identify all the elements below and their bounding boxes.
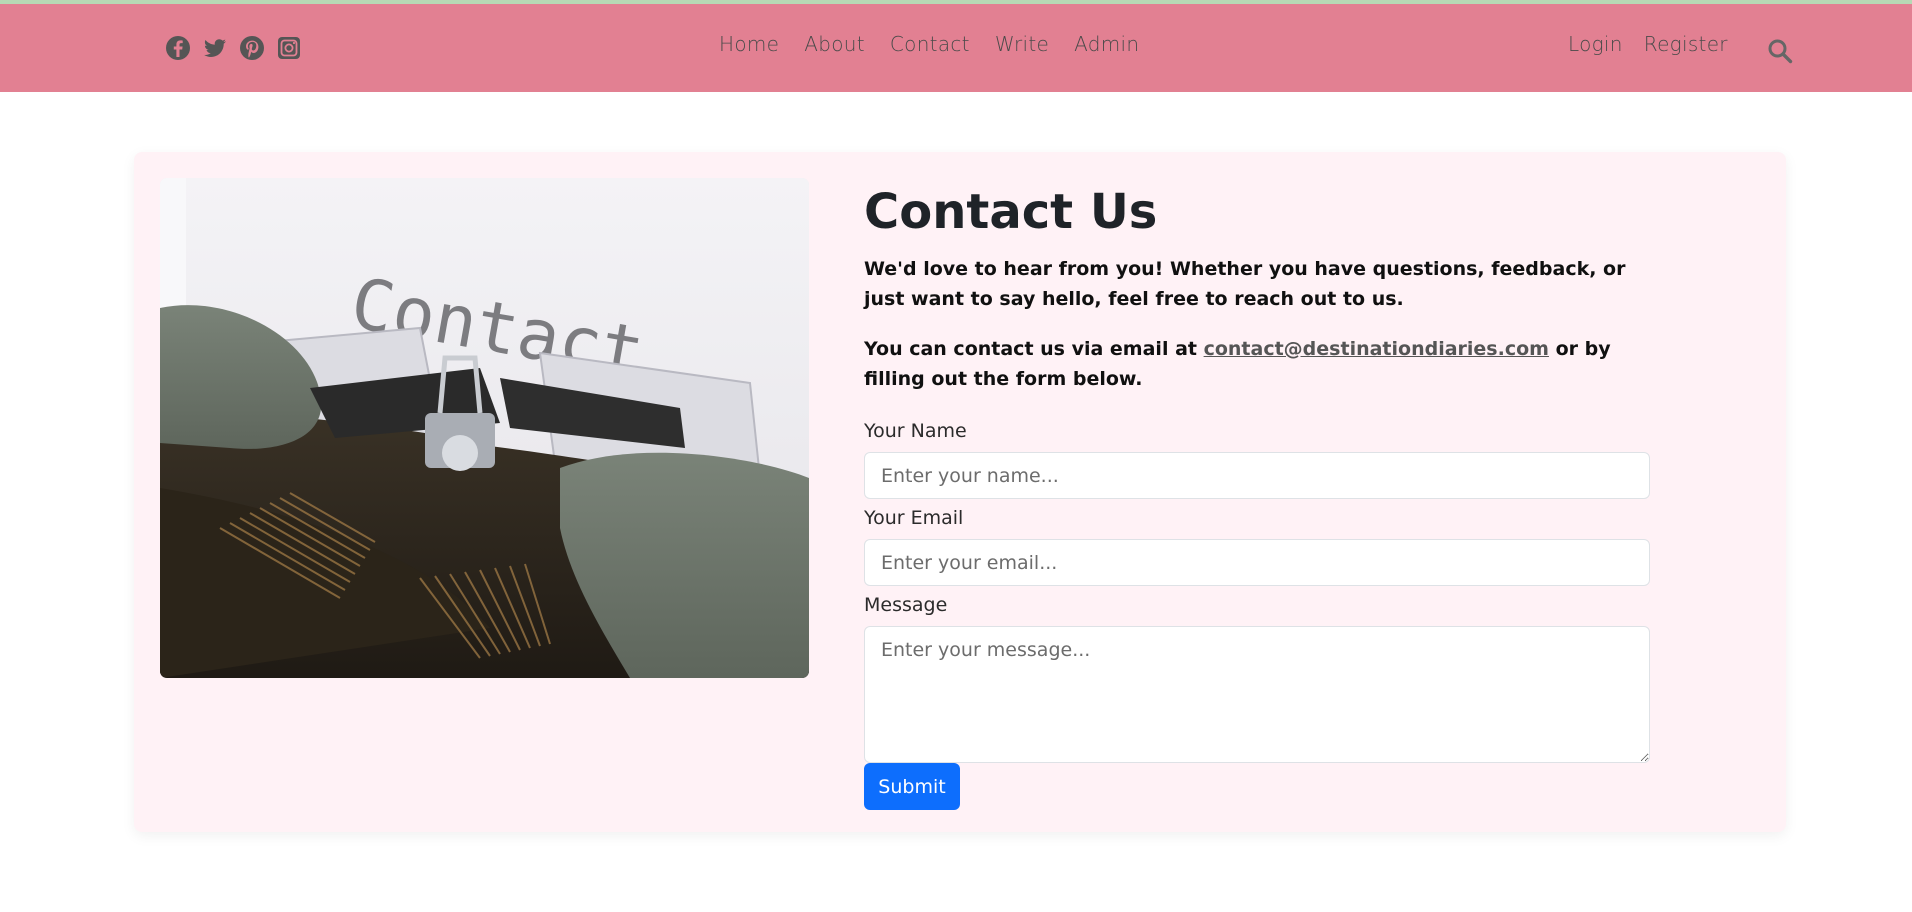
intro-text: We'd love to hear from you! Whether you … [864, 258, 1626, 310]
message-textarea[interactable] [864, 626, 1650, 763]
facebook-icon[interactable] [164, 34, 192, 62]
name-label: Your Name [864, 420, 967, 442]
social-links [164, 34, 303, 62]
pinterest-icon[interactable] [238, 34, 266, 62]
nav-write[interactable]: Write [995, 32, 1049, 56]
page-title: Contact Us [864, 184, 1158, 240]
email-input[interactable] [864, 539, 1650, 586]
twitter-icon[interactable] [201, 34, 229, 62]
auth-nav: Login Register [1568, 32, 1728, 56]
nav-contact[interactable]: Contact [890, 32, 970, 56]
nav-home[interactable]: Home [719, 32, 779, 56]
nav-admin[interactable]: Admin [1074, 32, 1139, 56]
email-text-before: You can contact us via email at [864, 338, 1204, 360]
nav-about[interactable]: About [804, 32, 865, 56]
nav-register[interactable]: Register [1644, 32, 1728, 56]
message-label: Message [864, 594, 948, 616]
email-link[interactable]: contact@destinationdiaries.com [1204, 338, 1549, 360]
contact-form: Your Name Your Email Message Submit [864, 418, 1650, 810]
name-input[interactable] [864, 452, 1650, 499]
nav-login[interactable]: Login [1568, 32, 1623, 56]
main-nav: Home About Contact Write Admin [719, 32, 1139, 56]
submit-button[interactable]: Submit [864, 763, 960, 810]
email-text: You can contact us via email at contact@… [864, 334, 1650, 394]
typewriter-image: Contact [160, 178, 809, 678]
search-icon[interactable] [1766, 37, 1794, 65]
contact-section: Contact Us We'd love to hear from you! W… [864, 178, 1650, 810]
instagram-icon[interactable] [275, 34, 303, 62]
email-label: Your Email [864, 507, 964, 529]
navbar: Home About Contact Write Admin Login Reg… [0, 4, 1912, 92]
